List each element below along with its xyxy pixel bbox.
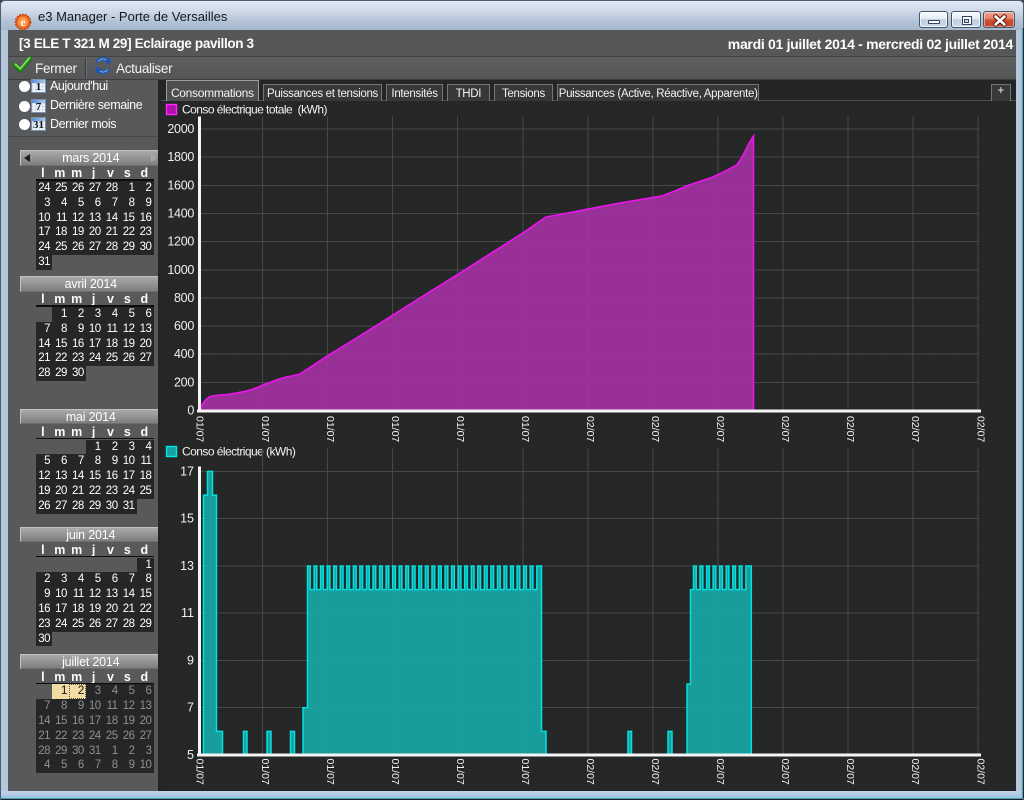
svg-text:17: 17 — [180, 464, 194, 478]
svg-text:02/07: 02/07 — [909, 759, 921, 785]
svg-text:Conso électrique (kWh): Conso électrique (kWh) — [182, 445, 296, 459]
svg-text:01/07: 01/07 — [194, 759, 206, 785]
svg-text:9: 9 — [187, 654, 194, 668]
svg-text:7: 7 — [187, 701, 194, 715]
svg-text:01/07: 01/07 — [324, 759, 336, 785]
svg-text:01/07: 01/07 — [194, 416, 206, 442]
svg-text:02/07: 02/07 — [844, 759, 856, 785]
svg-text:02/07: 02/07 — [844, 416, 856, 442]
svg-text:800: 800 — [174, 291, 194, 305]
svg-text:01/07: 01/07 — [519, 416, 531, 442]
svg-text:02/07: 02/07 — [909, 416, 921, 442]
svg-text:01/07: 01/07 — [259, 416, 271, 442]
svg-text:02/07: 02/07 — [714, 759, 726, 785]
svg-text:1200: 1200 — [167, 235, 194, 249]
svg-text:02/07: 02/07 — [974, 759, 986, 785]
svg-text:02/07: 02/07 — [584, 759, 596, 785]
svg-text:02/07: 02/07 — [779, 416, 791, 442]
svg-text:01/07: 01/07 — [519, 759, 531, 785]
svg-text:5: 5 — [187, 748, 194, 762]
svg-text:01/07: 01/07 — [389, 416, 401, 442]
svg-text:02/07: 02/07 — [649, 416, 661, 442]
svg-text:15: 15 — [180, 512, 194, 526]
svg-text:0: 0 — [187, 404, 194, 418]
svg-text:01/07: 01/07 — [454, 416, 466, 442]
svg-text:01/07: 01/07 — [454, 759, 466, 785]
svg-text:01/07: 01/07 — [389, 759, 401, 785]
svg-text:01/07: 01/07 — [259, 759, 271, 785]
svg-text:1800: 1800 — [167, 150, 194, 164]
svg-text:02/07: 02/07 — [779, 759, 791, 785]
svg-text:200: 200 — [174, 375, 194, 389]
svg-text:Conso électrique totale (kWh): Conso électrique totale (kWh) — [182, 103, 327, 117]
svg-text:1400: 1400 — [167, 207, 194, 221]
svg-text:1000: 1000 — [167, 263, 194, 277]
svg-text:11: 11 — [181, 606, 194, 620]
svg-text:13: 13 — [180, 559, 194, 573]
svg-text:01/07: 01/07 — [324, 416, 336, 442]
svg-text:e: e — [20, 17, 25, 29]
svg-text:600: 600 — [174, 319, 194, 333]
svg-text:02/07: 02/07 — [584, 416, 596, 442]
svg-text:1600: 1600 — [167, 178, 194, 192]
svg-text:2000: 2000 — [167, 122, 194, 136]
svg-text:400: 400 — [174, 347, 194, 361]
svg-text:02/07: 02/07 — [714, 416, 726, 442]
svg-text:02/07: 02/07 — [649, 759, 661, 785]
svg-text:02/07: 02/07 — [974, 416, 986, 442]
